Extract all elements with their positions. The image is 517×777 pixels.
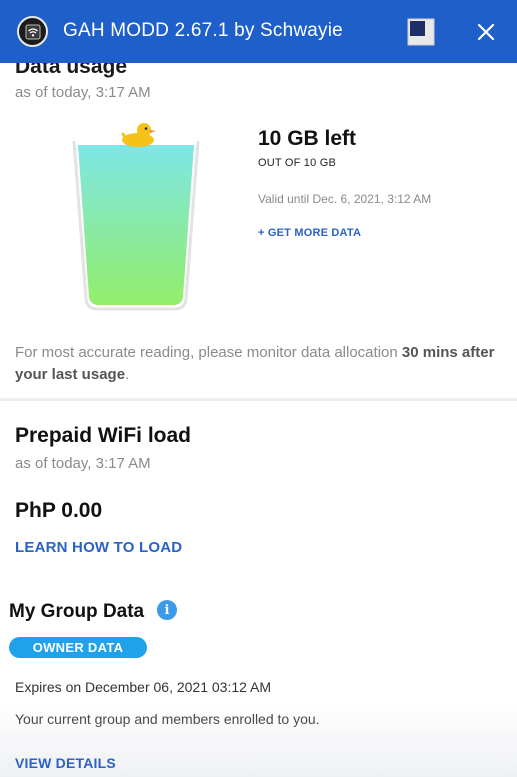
- info-icon[interactable]: i: [157, 600, 177, 620]
- close-button[interactable]: [471, 17, 501, 47]
- group-expiry: Expires on December 06, 2021 03:12 AM: [15, 679, 272, 695]
- wifi-load-heading: Prepaid WiFi load: [15, 424, 191, 447]
- duck-icon: [121, 123, 156, 147]
- data-remaining: 10 GB left: [258, 127, 357, 150]
- get-more-data-link[interactable]: + GET MORE DATA: [258, 227, 361, 239]
- app-content[interactable]: Data usage as of today, 3:17 AM 10 GB le…: [0, 63, 517, 777]
- accuracy-note: For most accurate reading, please monito…: [15, 342, 505, 386]
- accuracy-note-end: .: [125, 366, 130, 383]
- data-liquid-fill: [78, 145, 194, 305]
- wifi-load-balance: PhP 0.00: [15, 499, 103, 522]
- data-validity: Valid until Dec. 6, 2021, 3:12 AM: [258, 192, 432, 206]
- restore-icon: [407, 18, 435, 46]
- group-description: Your current group and members enrolled …: [15, 711, 320, 727]
- data-total: OUT OF 10 GB: [258, 157, 336, 169]
- close-icon: [477, 23, 495, 41]
- data-glass-gauge: [70, 121, 202, 313]
- owner-data-badge: OWNER DATA: [9, 637, 147, 658]
- data-usage-heading: Data usage: [15, 63, 128, 78]
- wifi-load-timestamp: as of today, 3:17 AM: [15, 455, 151, 472]
- learn-how-to-load-link[interactable]: LEARN HOW TO LOAD: [15, 539, 182, 556]
- wifi-logo-icon: [17, 16, 48, 47]
- data-usage-timestamp: as of today, 3:17 AM: [15, 84, 151, 101]
- window-titlebar: GAH MODD 2.67.1 by Schwayie: [0, 0, 517, 63]
- window-title: GAH MODD 2.67.1 by Schwayie: [63, 20, 343, 41]
- section-divider: [0, 398, 517, 401]
- view-details-link[interactable]: VIEW DETAILS: [15, 755, 116, 771]
- restore-button[interactable]: [406, 17, 436, 47]
- accuracy-note-text: For most accurate reading, please monito…: [15, 344, 402, 361]
- group-data-heading: My Group Data: [9, 601, 145, 622]
